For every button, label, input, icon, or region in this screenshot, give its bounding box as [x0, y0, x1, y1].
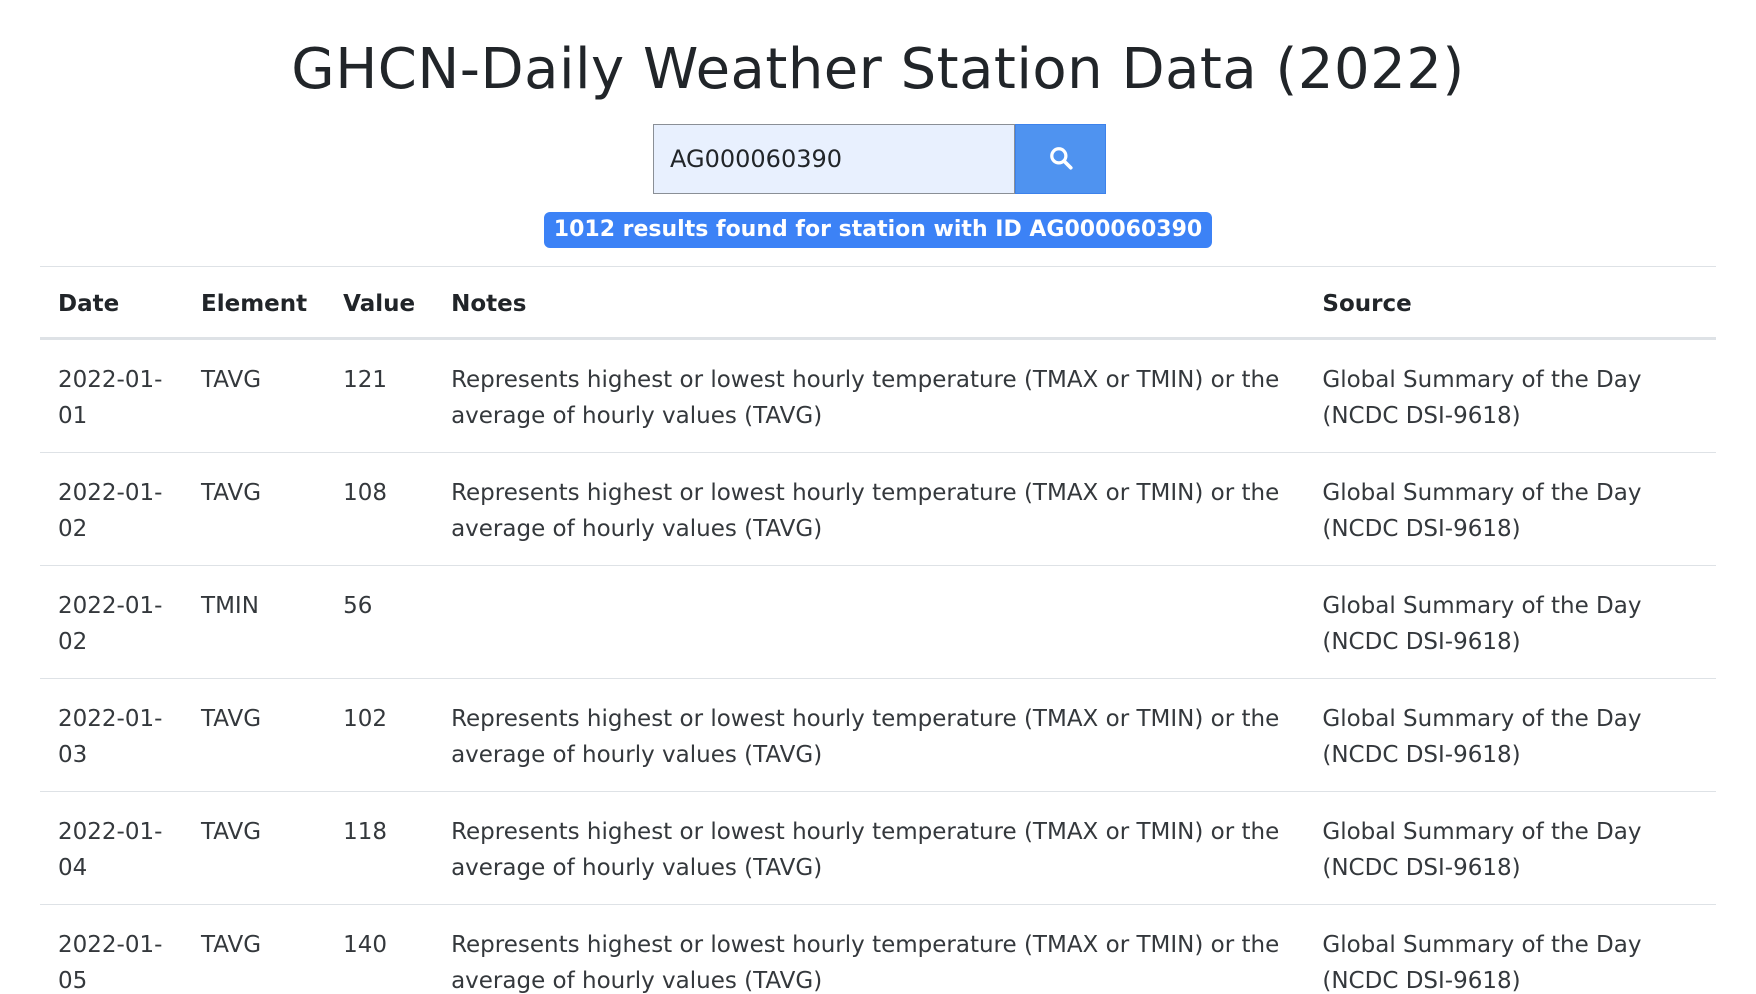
page: GHCN-Daily Weather Station Data (2022) 1…: [0, 0, 1756, 994]
search-icon: [1048, 145, 1074, 174]
search-bar: [653, 124, 1106, 194]
table-row: 2022-01-04 TAVG 118 Represents highest o…: [40, 791, 1716, 905]
cell-element: TAVG: [183, 338, 326, 453]
cell-notes: Represents highest or lowest hourly temp…: [433, 338, 1305, 453]
results-badge-container: 1012 results found for station with ID A…: [0, 212, 1756, 248]
table-row: 2022-01-02 TMIN 56 Global Summary of the…: [40, 565, 1716, 679]
table-header-row: Date Element Value Notes Source: [40, 266, 1716, 340]
cell-date: 2022-01-04: [40, 791, 184, 905]
cell-date: 2022-01-03: [40, 678, 184, 792]
cell-element: TAVG: [183, 904, 326, 994]
cell-value: 118: [325, 791, 434, 905]
cell-element: TMIN: [183, 565, 326, 679]
column-header-notes: Notes: [433, 266, 1305, 340]
cell-source: Global Summary of the Day (NCDC DSI-9618…: [1304, 338, 1716, 453]
table-row: 2022-01-05 TAVG 140 Represents highest o…: [40, 904, 1716, 994]
cell-element: TAVG: [183, 452, 326, 566]
cell-notes: Represents highest or lowest hourly temp…: [433, 791, 1305, 905]
table-body: 2022-01-01 TAVG 121 Represents highest o…: [40, 338, 1716, 994]
results-table: Date Element Value Notes Source 2022-01-…: [40, 266, 1716, 994]
cell-value: 121: [325, 338, 434, 453]
cell-notes: Represents highest or lowest hourly temp…: [433, 678, 1305, 792]
table-row: 2022-01-03 TAVG 102 Represents highest o…: [40, 678, 1716, 792]
cell-source: Global Summary of the Day (NCDC DSI-9618…: [1304, 678, 1716, 792]
column-header-value: Value: [325, 266, 434, 340]
column-header-element: Element: [183, 266, 326, 340]
page-title: GHCN-Daily Weather Station Data (2022): [291, 37, 1465, 102]
cell-notes: [433, 565, 1305, 679]
results-count-badge: 1012 results found for station with ID A…: [543, 212, 1213, 248]
cell-source: Global Summary of the Day (NCDC DSI-9618…: [1304, 452, 1716, 566]
cell-notes: Represents highest or lowest hourly temp…: [433, 452, 1305, 566]
column-header-date: Date: [40, 266, 184, 340]
cell-date: 2022-01-02: [40, 452, 184, 566]
cell-notes: Represents highest or lowest hourly temp…: [433, 904, 1305, 994]
results-table-container: Date Element Value Notes Source 2022-01-…: [40, 266, 1716, 994]
cell-source: Global Summary of the Day (NCDC DSI-9618…: [1304, 565, 1716, 679]
table-row: 2022-01-02 TAVG 108 Represents highest o…: [40, 452, 1716, 566]
table-header: Date Element Value Notes Source: [40, 266, 1716, 340]
cell-date: 2022-01-01: [40, 338, 184, 453]
table-row: 2022-01-01 TAVG 121 Represents highest o…: [40, 338, 1716, 453]
search-button[interactable]: [1015, 124, 1106, 194]
cell-source: Global Summary of the Day (NCDC DSI-9618…: [1304, 791, 1716, 905]
column-header-source: Source: [1304, 266, 1716, 340]
cell-element: TAVG: [183, 791, 326, 905]
cell-date: 2022-01-05: [40, 904, 184, 994]
cell-element: TAVG: [183, 678, 326, 792]
cell-source: Global Summary of the Day (NCDC DSI-9618…: [1304, 904, 1716, 994]
cell-value: 108: [325, 452, 434, 566]
cell-value: 56: [325, 565, 434, 679]
station-id-input[interactable]: [653, 124, 1015, 194]
cell-date: 2022-01-02: [40, 565, 184, 679]
cell-value: 102: [325, 678, 434, 792]
cell-value: 140: [325, 904, 434, 994]
